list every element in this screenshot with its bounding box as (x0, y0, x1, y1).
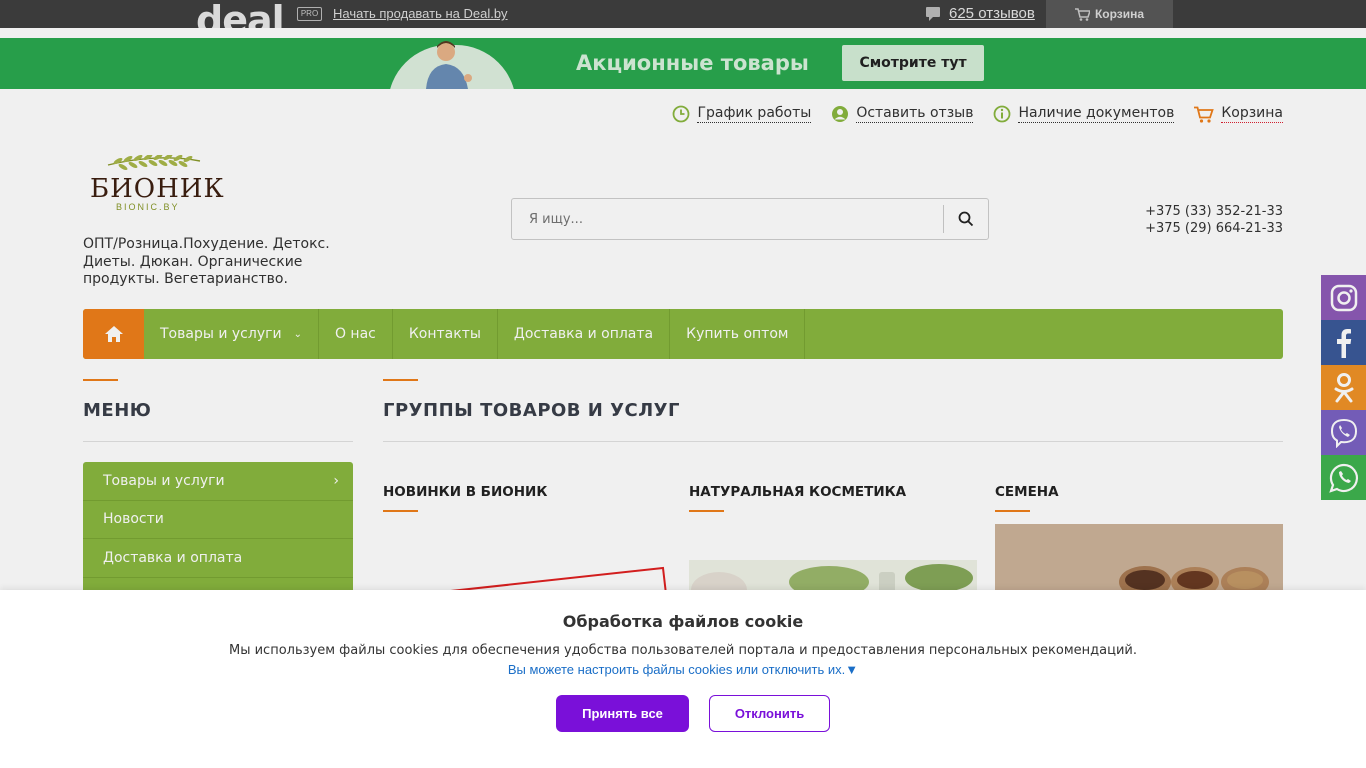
sidebar-divider (83, 441, 353, 442)
nav-delivery[interactable]: Доставка и оплата (498, 309, 671, 359)
cookie-settings-link[interactable]: Вы можете настроить файлы cookies или от… (0, 662, 1366, 677)
reviews-link[interactable]: 625 отзывов (926, 5, 1035, 22)
search-box (511, 198, 989, 240)
nav-products-label: Товары и услуги (160, 326, 282, 342)
category-title[interactable]: НОВИНКИ В БИОНИК (383, 484, 547, 500)
accept-all-button[interactable]: Принять все (556, 695, 689, 732)
work-schedule-link[interactable]: График работы (672, 105, 812, 123)
cookie-consent-panel: Обработка файлов cookie Мы используем фа… (0, 590, 1366, 768)
sidebar-menu: Товары и услуги › Новости Доставка и опл… (83, 462, 353, 602)
nav-contacts[interactable]: Контакты (393, 309, 498, 359)
user-icon (832, 106, 849, 122)
search-button[interactable] (944, 199, 988, 239)
instagram-button[interactable] (1321, 275, 1366, 320)
info-icon (994, 105, 1011, 123)
banner-person-image (426, 41, 472, 89)
leave-review-link[interactable]: Оставить отзыв (831, 105, 974, 123)
deal-logo[interactable]: deal (196, 0, 288, 28)
viber-icon (1330, 418, 1357, 448)
sidebar-item-label: Новости (103, 511, 164, 528)
decline-button[interactable]: Отклонить (709, 695, 830, 732)
viber-button[interactable] (1321, 410, 1366, 455)
documents-link[interactable]: Наличие документов (993, 105, 1175, 123)
phone-numbers: +375 (33) 352-21-33 +375 (29) 664-21-33 (1145, 203, 1283, 237)
utility-links: График работы Оставить отзыв Наличие док… (672, 105, 1283, 123)
instagram-icon (1330, 284, 1357, 311)
cart-icon (1194, 106, 1215, 123)
whatsapp-button[interactable] (1321, 455, 1366, 500)
cookie-text: Мы используем файлы cookies для обеспече… (228, 643, 1137, 658)
sidebar-item-label: Доставка и оплата (103, 549, 243, 566)
category-image-seeds[interactable] (995, 524, 1283, 590)
nav-about[interactable]: О нас (319, 309, 393, 359)
phone-1[interactable]: +375 (33) 352-21-33 (1145, 203, 1283, 220)
deal-cart-button[interactable]: Корзина (1046, 0, 1173, 28)
facebook-icon (1336, 328, 1351, 358)
nav-wholesale[interactable]: Купить оптом (670, 309, 806, 359)
category-accent (995, 510, 1030, 512)
cookie-title: Обработка файлов cookie (562, 612, 804, 631)
whatsapp-icon (1328, 463, 1358, 493)
sidebar-item-label: Товары и услуги (103, 472, 225, 489)
reviews-count: 625 отзывов (949, 5, 1035, 22)
comment-icon (926, 6, 940, 21)
search-icon (958, 211, 974, 227)
brand-tagline: ОПТ/Розница.Похудение. Детокс. Диеты. Дю… (83, 236, 330, 287)
facebook-button[interactable] (1321, 320, 1366, 365)
category-image-new[interactable] (383, 524, 671, 594)
sidebar-item-products[interactable]: Товары и услуги › (83, 462, 353, 501)
cart-link[interactable]: Корзина (1194, 105, 1283, 123)
banner-cta-button[interactable]: Смотрите тут (842, 45, 984, 81)
promo-banner[interactable]: Акционные товары Смотрите тут (0, 38, 1366, 89)
work-schedule-label: График работы (697, 105, 812, 123)
brand-name[interactable]: БИОНИК (90, 174, 225, 204)
chevron-down-icon: ⌄ (293, 328, 302, 340)
category-accent (689, 510, 724, 512)
banner-title: Акционные товары (576, 51, 809, 75)
documents-label: Наличие документов (1018, 105, 1175, 123)
odnoklassniki-button[interactable] (1321, 365, 1366, 410)
phone-2[interactable]: +375 (29) 664-21-33 (1145, 220, 1283, 237)
brand-subtitle: BIONIC.BY (116, 202, 180, 212)
deal-topbar: deal PRO Начать продавать на Deal.by 625… (0, 0, 1366, 28)
groups-title: ГРУППЫ ТОВАРОВ И УСЛУГ (383, 400, 681, 421)
chevron-right-icon: › (333, 472, 339, 489)
groups-divider (383, 441, 1283, 442)
cart-label: Корзина (1221, 105, 1283, 123)
menu-accent-bar (83, 379, 118, 381)
category-title[interactable]: НАТУРАЛЬНАЯ КОСМЕТИКА (689, 484, 906, 500)
main-nav: Товары и услуги ⌄ О нас Контакты Доставк… (83, 309, 1283, 359)
pro-badge: PRO (297, 7, 322, 21)
cart-icon (1074, 7, 1090, 21)
deal-cart-label: Корзина (1094, 7, 1145, 21)
category-accent (383, 510, 418, 512)
leave-review-label: Оставить отзыв (856, 105, 974, 123)
sidebar-item-delivery[interactable]: Доставка и оплата (83, 539, 353, 578)
search-input[interactable] (512, 199, 942, 239)
clock-icon (673, 105, 690, 123)
odnoklassniki-icon (1334, 372, 1353, 402)
sidebar-title: МЕНЮ (83, 400, 152, 421)
sidebar-item-news[interactable]: Новости (83, 501, 353, 539)
nav-home-button[interactable] (83, 309, 144, 359)
category-title[interactable]: СЕМЕНА (995, 484, 1059, 500)
nav-products[interactable]: Товары и услуги ⌄ (144, 309, 319, 359)
home-icon (104, 326, 123, 342)
start-selling-link[interactable]: Начать продавать на Deal.by (333, 6, 508, 21)
groups-accent-bar (383, 379, 418, 381)
social-sidebar (1321, 275, 1366, 500)
